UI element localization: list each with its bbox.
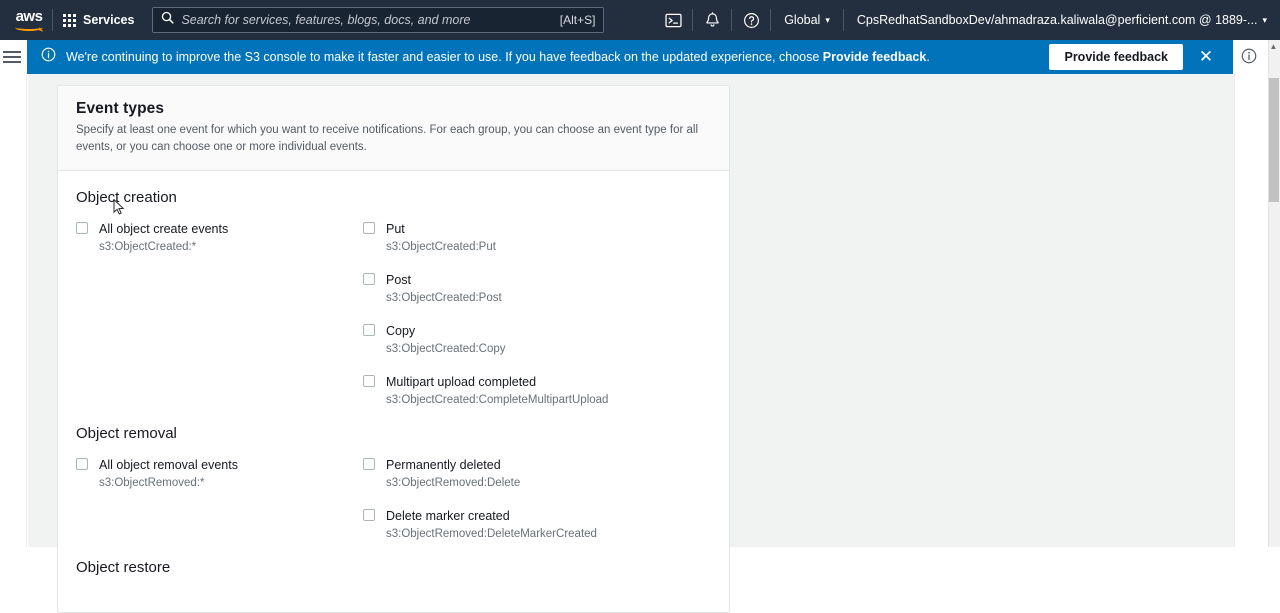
app-grid-icon	[63, 13, 76, 27]
object-creation-right-column: Put s3:ObjectCreated:Put Post s3:ObjectC…	[363, 220, 711, 407]
right-info-panel	[1234, 74, 1268, 547]
region-selector[interactable]: Global ▾	[771, 0, 843, 40]
checkbox-icon[interactable]	[76, 458, 88, 471]
checkbox-texts: Put s3:ObjectCreated:Put	[386, 220, 496, 254]
hamburger-menu-icon[interactable]	[3, 46, 25, 68]
checkbox-sublabel: s3:ObjectCreated:Put	[386, 241, 496, 254]
scroll-up-arrow-icon[interactable]: ▲	[1269, 42, 1278, 51]
page-body: Event types Specify at least one event f…	[0, 74, 1268, 613]
checkbox-texts: Delete marker created s3:ObjectRemoved:D…	[386, 507, 597, 541]
checkbox-multipart-upload-completed[interactable]: Multipart upload completed s3:ObjectCrea…	[363, 373, 711, 407]
checkbox-label: All object create events	[99, 222, 229, 237]
checkbox-sublabel: s3:ObjectCreated:Copy	[386, 343, 506, 356]
checkbox-texts: Permanently deleted s3:ObjectRemoved:Del…	[386, 456, 520, 490]
checkbox-icon[interactable]	[363, 509, 375, 522]
checkbox-icon[interactable]	[76, 222, 88, 235]
group-title-object-restore: Object restore	[76, 559, 171, 577]
checkbox-icon[interactable]	[363, 375, 375, 388]
left-gutter	[0, 74, 27, 547]
checkbox-sublabel: s3:ObjectRemoved:Delete	[386, 477, 521, 490]
info-circle-icon[interactable]	[1241, 48, 1257, 69]
info-circle-icon	[41, 47, 56, 67]
search-icon	[161, 11, 175, 29]
banner-message-bold: Provide feedback	[822, 50, 927, 64]
checkbox-all-object-removal-events[interactable]: All object removal events s3:ObjectRemov…	[76, 456, 363, 490]
banner-message: We're continuing to improve the S3 conso…	[66, 50, 930, 64]
object-removal-options: All object removal events s3:ObjectRemov…	[76, 456, 711, 541]
checkbox-sublabel: s3:ObjectCreated:*	[99, 241, 197, 254]
checkbox-texts: Copy s3:ObjectCreated:Copy	[386, 322, 506, 356]
checkbox-post[interactable]: Post s3:ObjectCreated:Post	[363, 271, 711, 305]
object-creation-options: All object create events s3:ObjectCreate…	[76, 220, 711, 407]
page-title: Event types	[76, 100, 165, 117]
banner-message-part3: .	[926, 50, 930, 64]
question-circle-icon[interactable]	[732, 0, 770, 40]
checkbox-icon[interactable]	[363, 324, 375, 337]
checkbox-icon[interactable]	[363, 222, 375, 235]
checkbox-sublabel: s3:ObjectRemoved:*	[99, 477, 205, 490]
aws-logo[interactable]: aws	[0, 0, 52, 40]
banner-message-part1: We're continuing to improve the S3 conso…	[66, 50, 823, 64]
card-description: Specify at least one event for which you…	[76, 124, 698, 153]
account-menu[interactable]: CpsRedhatSandboxDev/ahmadraza.kaliwala@p…	[844, 0, 1280, 40]
object-removal-left-column: All object removal events s3:ObjectRemov…	[76, 456, 363, 541]
region-selector-label: Global	[784, 13, 821, 27]
checkbox-delete-marker-created[interactable]: Delete marker created s3:ObjectRemoved:D…	[363, 507, 711, 541]
account-menu-label: CpsRedhatSandboxDev/ahmadraza.kaliwala@p…	[856, 13, 1258, 27]
global-search-box[interactable]: [Alt+S]	[152, 7, 605, 33]
checkbox-texts: All object removal events s3:ObjectRemov…	[99, 456, 238, 490]
chevron-down-icon: ▾	[1262, 14, 1267, 25]
search-input[interactable]	[181, 13, 554, 27]
card-header: Event types Specify at least one event f…	[58, 86, 729, 172]
checkbox-sublabel: s3:ObjectRemoved:DeleteMarkerCreated	[386, 528, 597, 541]
aws-logo-wordmark: aws	[15, 7, 43, 25]
checkbox-all-object-create-events[interactable]: All object create events s3:ObjectCreate…	[76, 220, 363, 254]
content-area: Event types Specify at least one event f…	[28, 74, 1234, 613]
checkbox-permanently-deleted[interactable]: Permanently deleted s3:ObjectRemoved:Del…	[363, 456, 711, 490]
checkbox-icon[interactable]	[363, 273, 375, 286]
checkbox-label: Post	[386, 273, 412, 288]
object-creation-left-column: All object create events s3:ObjectCreate…	[76, 220, 363, 407]
event-types-card: Event types Specify at least one event f…	[57, 85, 730, 613]
search-shortcut-hint: [Alt+S]	[559, 13, 596, 27]
checkbox-copy[interactable]: Copy s3:ObjectCreated:Copy	[363, 322, 711, 356]
aws-logo-smile-icon	[15, 24, 43, 31]
page-scrollbar-thumb[interactable]	[1269, 78, 1279, 202]
nav-right-cluster: Global ▾ CpsRedhatSandboxDev/ahmadraza.k…	[654, 0, 1280, 40]
services-menu-label: Services	[83, 13, 135, 27]
checkbox-sublabel: s3:ObjectCreated:CompleteMultipartUpload	[386, 394, 609, 407]
console-update-banner: We're continuing to improve the S3 conso…	[27, 40, 1233, 74]
object-removal-right-column: Permanently deleted s3:ObjectRemoved:Del…	[363, 456, 711, 541]
provide-feedback-button[interactable]: Provide feedback	[1049, 44, 1183, 70]
services-menu-button[interactable]: Services	[53, 0, 146, 40]
checkbox-texts: Post s3:ObjectCreated:Post	[386, 271, 502, 305]
checkbox-label: Delete marker created	[386, 509, 510, 524]
checkbox-label: Put	[386, 222, 405, 237]
card-body: Object creation All object create events…	[58, 171, 729, 612]
checkbox-put[interactable]: Put s3:ObjectCreated:Put	[363, 220, 711, 254]
checkbox-texts: All object create events s3:ObjectCreate…	[99, 220, 228, 254]
checkbox-sublabel: s3:ObjectCreated:Post	[386, 292, 502, 305]
top-navigation-bar: aws Services [Alt+S]	[0, 0, 1280, 40]
close-icon[interactable]: ✕	[1189, 40, 1223, 74]
bell-icon[interactable]	[693, 0, 731, 40]
checkbox-label: Multipart upload completed	[386, 375, 537, 390]
chevron-down-icon: ▾	[825, 14, 830, 25]
group-title-object-creation: Object creation	[76, 189, 177, 207]
cloudshell-terminal-icon[interactable]	[654, 0, 692, 40]
checkbox-label: All object removal events	[99, 458, 238, 473]
checkbox-icon[interactable]	[363, 458, 375, 471]
checkbox-label: Copy	[386, 324, 416, 339]
checkbox-texts: Multipart upload completed s3:ObjectCrea…	[386, 373, 608, 407]
group-title-object-removal: Object removal	[76, 425, 177, 443]
checkbox-label: Permanently deleted	[386, 458, 501, 473]
